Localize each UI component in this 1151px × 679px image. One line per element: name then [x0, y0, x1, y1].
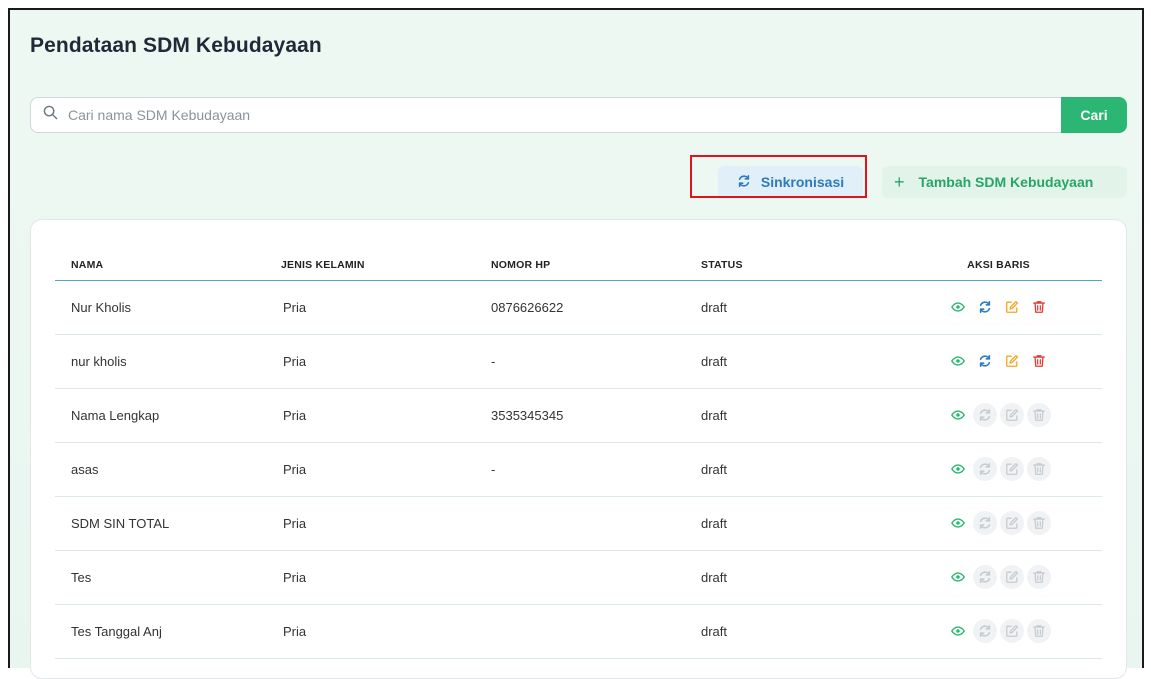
delete-icon[interactable]	[1027, 511, 1051, 535]
cell-nama: asas	[55, 442, 265, 497]
view-icon[interactable]	[946, 295, 970, 319]
table-header-row: NAMA JENIS KELAMIN NOMOR HP STATUS AKSI …	[55, 250, 1102, 281]
cell-jenis-kelamin: Pria	[265, 280, 475, 335]
edit-icon[interactable]	[1000, 403, 1024, 427]
cell-nomor-hp: -	[475, 334, 685, 389]
sync-icon[interactable]	[973, 349, 997, 373]
cell-nomor-hp: -	[475, 442, 685, 497]
view-icon[interactable]	[946, 457, 970, 481]
search-bar: Cari	[30, 97, 1127, 133]
cell-actions	[895, 334, 1102, 389]
cell-status: draft	[685, 550, 895, 605]
search-field[interactable]	[30, 97, 1061, 133]
delete-icon[interactable]	[1027, 565, 1051, 589]
column-header-nama: NAMA	[55, 250, 265, 281]
table-row: Tes Pria draft	[55, 550, 1102, 605]
cell-actions	[895, 388, 1102, 443]
cell-status: draft	[685, 280, 895, 335]
table-row: SDM SIN TOTAL Pria draft	[55, 496, 1102, 551]
table-row: Nur Kholis Pria 0876626622 draft	[55, 280, 1102, 335]
cell-nama: Tes	[55, 550, 265, 605]
view-icon[interactable]	[946, 619, 970, 643]
edit-icon[interactable]	[1000, 511, 1024, 535]
sync-icon	[737, 174, 751, 191]
cell-nomor-hp: 0876626622	[475, 280, 685, 335]
cell-actions	[895, 604, 1102, 659]
column-header-aksi-baris: AKSI BARIS	[895, 250, 1102, 281]
table-row: Nama Lengkap Pria 3535345345 draft	[55, 388, 1102, 443]
cell-jenis-kelamin: Pria	[265, 604, 475, 659]
sync-button-label: Sinkronisasi	[760, 174, 845, 190]
cell-jenis-kelamin: Pria	[265, 388, 475, 443]
search-input[interactable]	[68, 107, 668, 123]
table-row: asas Pria - draft	[55, 442, 1102, 497]
view-icon[interactable]	[946, 511, 970, 535]
app-frame: Pendataan SDM Kebudayaan Cari Sinkronisa…	[8, 8, 1144, 679]
table-body: Nur Kholis Pria 0876626622 draft nur kho…	[55, 280, 1102, 659]
column-header-nomor-hp: NOMOR HP	[475, 250, 685, 281]
view-icon[interactable]	[946, 565, 970, 589]
column-header-jenis-kelamin: JENIS KELAMIN	[265, 250, 475, 281]
sync-icon[interactable]	[973, 403, 997, 427]
column-header-status: STATUS	[685, 250, 895, 281]
table-row: Tes Tanggal Anj Pria draft	[55, 604, 1102, 659]
add-sdm-button[interactable]: + Tambah SDM Kebudayaan	[882, 166, 1127, 198]
cell-jenis-kelamin: Pria	[265, 334, 475, 389]
delete-icon[interactable]	[1027, 403, 1051, 427]
cell-status: draft	[685, 334, 895, 389]
edit-icon[interactable]	[1000, 457, 1024, 481]
cell-status: draft	[685, 496, 895, 551]
search-button[interactable]: Cari	[1061, 97, 1127, 133]
page-title: Pendataan SDM Kebudayaan	[30, 34, 322, 57]
view-icon[interactable]	[946, 349, 970, 373]
cell-actions	[895, 442, 1102, 497]
sync-icon[interactable]	[973, 511, 997, 535]
cell-nama: nur kholis	[55, 334, 265, 389]
edit-icon[interactable]	[1000, 619, 1024, 643]
cell-jenis-kelamin: Pria	[265, 496, 475, 551]
sync-icon[interactable]	[973, 295, 997, 319]
table-card: NAMA JENIS KELAMIN NOMOR HP STATUS AKSI …	[30, 219, 1127, 679]
cell-status: draft	[685, 388, 895, 443]
edit-icon[interactable]	[1000, 565, 1024, 589]
cell-status: draft	[685, 442, 895, 497]
delete-icon[interactable]	[1027, 295, 1051, 319]
sync-icon[interactable]	[973, 565, 997, 589]
cell-actions	[895, 496, 1102, 551]
cell-nama: Tes Tanggal Anj	[55, 604, 265, 659]
plus-icon: +	[894, 172, 905, 192]
delete-icon[interactable]	[1027, 457, 1051, 481]
delete-icon[interactable]	[1027, 349, 1051, 373]
table-row: nur kholis Pria - draft	[55, 334, 1102, 389]
cell-nama: SDM SIN TOTAL	[55, 496, 265, 551]
cell-nomor-hp: 3535345345	[475, 388, 685, 443]
cell-nama: Nama Lengkap	[55, 388, 265, 443]
cell-nomor-hp	[475, 496, 685, 551]
sdm-table: NAMA JENIS KELAMIN NOMOR HP STATUS AKSI …	[55, 250, 1102, 659]
cell-nomor-hp	[475, 550, 685, 605]
cell-actions	[895, 280, 1102, 335]
sync-button[interactable]: Sinkronisasi	[718, 166, 863, 198]
view-icon[interactable]	[946, 403, 970, 427]
edit-icon[interactable]	[1000, 295, 1024, 319]
cell-status: draft	[685, 604, 895, 659]
sync-icon[interactable]	[973, 619, 997, 643]
cell-nomor-hp	[475, 604, 685, 659]
delete-icon[interactable]	[1027, 619, 1051, 643]
cell-actions	[895, 550, 1102, 605]
search-icon	[43, 105, 58, 125]
edit-icon[interactable]	[1000, 349, 1024, 373]
cell-jenis-kelamin: Pria	[265, 550, 475, 605]
sync-icon[interactable]	[973, 457, 997, 481]
cell-jenis-kelamin: Pria	[265, 442, 475, 497]
cell-nama: Nur Kholis	[55, 280, 265, 335]
add-button-label: Tambah SDM Kebudayaan	[918, 174, 1094, 190]
